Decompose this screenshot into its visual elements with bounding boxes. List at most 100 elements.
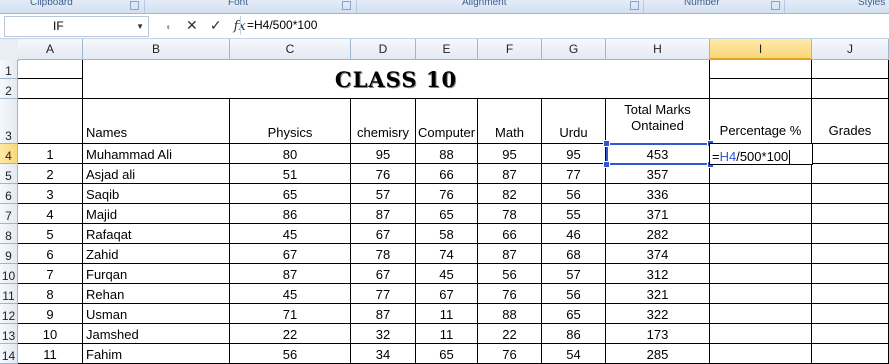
cell-empty[interactable] — [812, 304, 889, 324]
cell-i1[interactable] — [710, 60, 812, 79]
cell-no[interactable]: 6 — [18, 244, 83, 264]
cell-name[interactable]: Rafaqat — [83, 224, 230, 244]
cell-chemistry[interactable]: 87 — [351, 204, 416, 224]
cell-total[interactable]: 371 — [606, 204, 710, 224]
name-box[interactable]: IF ▼ — [4, 16, 149, 37]
cell-computer[interactable]: 45 — [416, 264, 478, 284]
cell-computer[interactable]: 88 — [416, 144, 478, 164]
cell-chemistry[interactable]: 78 — [351, 244, 416, 264]
column-header-f[interactable]: F — [478, 39, 542, 60]
cell-computer[interactable]: 58 — [416, 224, 478, 244]
cell-empty[interactable] — [812, 164, 889, 184]
cell-name[interactable]: Zahid — [83, 244, 230, 264]
row-header-5[interactable]: 5 — [0, 164, 18, 184]
cell-empty[interactable] — [710, 164, 812, 184]
cell-no[interactable]: 5 — [18, 224, 83, 244]
cell-physics[interactable]: 86 — [230, 204, 351, 224]
cell-empty[interactable] — [710, 304, 812, 324]
cell-total[interactable]: 336 — [606, 184, 710, 204]
cell-j2[interactable] — [812, 79, 889, 99]
cell-total[interactable]: 357 — [606, 164, 710, 184]
cell-empty[interactable] — [812, 204, 889, 224]
cell-math[interactable]: 87 — [478, 244, 542, 264]
cell-no[interactable]: 7 — [18, 264, 83, 284]
column-header-d[interactable]: D — [351, 39, 416, 60]
cell-physics[interactable]: 45 — [230, 284, 351, 304]
row-header-11[interactable]: 11 — [0, 284, 18, 304]
cell-total[interactable]: 321 — [606, 284, 710, 304]
cell-urdu[interactable]: 77 — [542, 164, 606, 184]
cell-chemistry[interactable]: 32 — [351, 324, 416, 344]
cell-chemistry[interactable]: 57 — [351, 184, 416, 204]
cell-computer[interactable]: 76 — [416, 184, 478, 204]
cell-urdu[interactable]: 95 — [542, 144, 606, 164]
cell-name[interactable]: Muhammad Ali — [83, 144, 230, 164]
cell-math[interactable]: 76 — [478, 344, 542, 364]
cell-math[interactable]: 76 — [478, 284, 542, 304]
cell-no[interactable]: 9 — [18, 304, 83, 324]
cell-physics[interactable]: 67 — [230, 244, 351, 264]
cell-name[interactable]: Saqib — [83, 184, 230, 204]
column-header-b[interactable]: B — [83, 39, 230, 60]
cell-total[interactable]: 312 — [606, 264, 710, 284]
cell-empty[interactable] — [710, 284, 812, 304]
cell-empty[interactable] — [710, 224, 812, 244]
resize-handle-icon[interactable] — [603, 161, 610, 168]
cell-a1[interactable] — [18, 60, 83, 79]
cell-j1[interactable] — [812, 60, 889, 79]
cell-chemistry[interactable]: 76 — [351, 164, 416, 184]
cell-physics[interactable]: 56 — [230, 344, 351, 364]
cell-empty[interactable] — [812, 344, 889, 364]
resize-handle-icon[interactable] — [603, 140, 610, 147]
row-header-10[interactable]: 10 — [0, 264, 18, 284]
formula-input[interactable]: =H4/500*100 — [240, 16, 889, 35]
cell-urdu[interactable]: 56 — [542, 184, 606, 204]
clipboard-launcher-icon[interactable] — [130, 1, 139, 10]
number-launcher-icon[interactable] — [771, 1, 780, 10]
cell-name[interactable]: Furqan — [83, 264, 230, 284]
cell-name[interactable]: Rehan — [83, 284, 230, 304]
cell-empty[interactable] — [710, 184, 812, 204]
cell-empty[interactable] — [710, 244, 812, 264]
column-header-h[interactable]: H — [606, 39, 710, 60]
cell-chemistry[interactable]: 67 — [351, 264, 416, 284]
column-header-g[interactable]: G — [542, 39, 606, 60]
cell-empty[interactable] — [710, 324, 812, 344]
header-chemistry[interactable]: chemisry — [351, 99, 416, 144]
cell-no[interactable]: 8 — [18, 284, 83, 304]
cell-computer[interactable]: 11 — [416, 324, 478, 344]
header-physics[interactable]: Physics — [230, 99, 351, 144]
enter-icon[interactable]: ✓ — [206, 17, 226, 34]
row-header-12[interactable]: 12 — [0, 304, 18, 324]
row-header-9[interactable]: 9 — [0, 244, 18, 264]
cell-math[interactable]: 87 — [478, 164, 542, 184]
cell-physics[interactable]: 71 — [230, 304, 351, 324]
cell-chemistry[interactable]: 67 — [351, 224, 416, 244]
cell-urdu[interactable]: 68 — [542, 244, 606, 264]
cell-math[interactable]: 22 — [478, 324, 542, 344]
cell-empty[interactable] — [812, 244, 889, 264]
cell-physics[interactable]: 80 — [230, 144, 351, 164]
cell-no[interactable]: 11 — [18, 344, 83, 364]
cell-no[interactable]: 2 — [18, 164, 83, 184]
select-all-button[interactable] — [0, 39, 19, 61]
cell-urdu[interactable]: 65 — [542, 304, 606, 324]
cell-chemistry[interactable]: 77 — [351, 284, 416, 304]
header-names[interactable]: Names — [83, 99, 230, 144]
cell-urdu[interactable]: 54 — [542, 344, 606, 364]
column-header-a[interactable]: A — [18, 39, 83, 60]
cell-empty[interactable] — [812, 324, 889, 344]
cell-empty[interactable] — [812, 224, 889, 244]
row-header-3[interactable]: 3 — [0, 99, 18, 144]
cell-computer[interactable]: 66 — [416, 164, 478, 184]
cell-math[interactable]: 78 — [478, 204, 542, 224]
cell-chemistry[interactable]: 95 — [351, 144, 416, 164]
cell-math[interactable]: 95 — [478, 144, 542, 164]
row-header-8[interactable]: 8 — [0, 224, 18, 244]
cell-math[interactable]: 66 — [478, 224, 542, 244]
cell-urdu[interactable]: 55 — [542, 204, 606, 224]
cell-name[interactable]: Asjad ali — [83, 164, 230, 184]
cell-math[interactable]: 56 — [478, 264, 542, 284]
row-header-4[interactable]: 4 — [0, 144, 18, 164]
alignment-launcher-icon[interactable] — [630, 1, 639, 10]
